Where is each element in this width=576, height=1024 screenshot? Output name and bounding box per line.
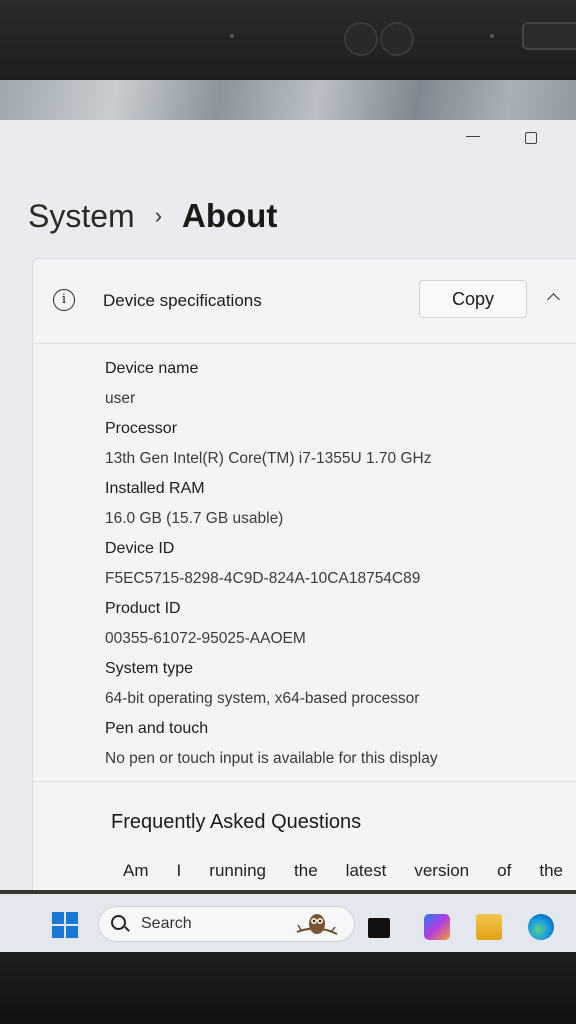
- spec-list: Device name user Processor 13th Gen Inte…: [105, 357, 438, 777]
- taskbar: Search: [0, 890, 576, 956]
- chevron-up-icon[interactable]: [547, 293, 560, 306]
- maximize-icon[interactable]: [525, 132, 537, 144]
- spec-label-processor: Processor: [105, 420, 178, 437]
- spec-value-device-name: user: [105, 390, 136, 407]
- task-view-icon[interactable]: [368, 918, 390, 938]
- minimize-icon[interactable]: [466, 136, 480, 137]
- spec-label-pen-and-touch: Pen and touch: [105, 720, 209, 737]
- spec-label-device-id: Device ID: [105, 540, 175, 557]
- taskbar-search-box[interactable]: Search: [98, 906, 355, 942]
- spec-label-system-type: System type: [105, 660, 194, 677]
- breadcrumb-chevron-icon: ›: [154, 203, 163, 228]
- device-specifications-header[interactable]: i Device specifications Copy: [33, 259, 576, 344]
- desktop-wallpaper: [0, 80, 576, 124]
- camera-lens: [344, 22, 378, 56]
- spec-value-installed-ram: 16.0 GB (15.7 GB usable): [105, 510, 284, 527]
- bezel-dot: [490, 34, 494, 38]
- bezel-dot: [230, 34, 234, 38]
- device-specifications-card: i Device specifications Copy Device name…: [32, 258, 576, 900]
- copilot-icon[interactable]: [424, 914, 450, 940]
- spec-value-product-id: 00355-61072-95025-AAOEM: [105, 630, 306, 647]
- spec-label-device-name: Device name: [105, 360, 199, 377]
- info-icon: i: [53, 289, 75, 311]
- spec-label-installed-ram: Installed RAM: [105, 480, 205, 497]
- bezel-shutter: [522, 22, 576, 50]
- device-specifications-title: Device specifications: [103, 291, 262, 310]
- camera-sensor: [380, 22, 414, 56]
- search-icon: [111, 915, 126, 930]
- search-placeholder: Search: [141, 915, 192, 932]
- spec-value-pen-and-touch: No pen or touch input is available for t…: [105, 750, 438, 767]
- laptop-bezel-top: [0, 0, 576, 80]
- file-explorer-icon[interactable]: [476, 914, 502, 940]
- page-title: About: [182, 197, 278, 234]
- breadcrumb: System › About: [28, 194, 277, 238]
- windows-start-icon[interactable]: [52, 912, 78, 938]
- copy-button[interactable]: Copy: [419, 280, 527, 318]
- spec-value-processor: 13th Gen Intel(R) Core(TM) i7-1355U 1.70…: [105, 450, 432, 467]
- section-divider: [33, 781, 576, 782]
- owl-search-highlight-icon: [296, 914, 338, 935]
- spec-value-system-type: 64-bit operating system, x64-based proce…: [105, 690, 420, 707]
- spec-label-product-id: Product ID: [105, 600, 181, 617]
- breadcrumb-system[interactable]: System: [28, 198, 135, 235]
- edge-browser-icon[interactable]: [528, 914, 554, 940]
- faq-heading: Frequently Asked Questions: [111, 811, 362, 833]
- spec-value-device-id: F5EC5715-8298-4C9D-824A-10CA18754C89: [105, 570, 421, 587]
- laptop-bezel-bottom: [0, 952, 576, 1024]
- faq-question-link[interactable]: Am I running the latest version of the: [123, 861, 563, 881]
